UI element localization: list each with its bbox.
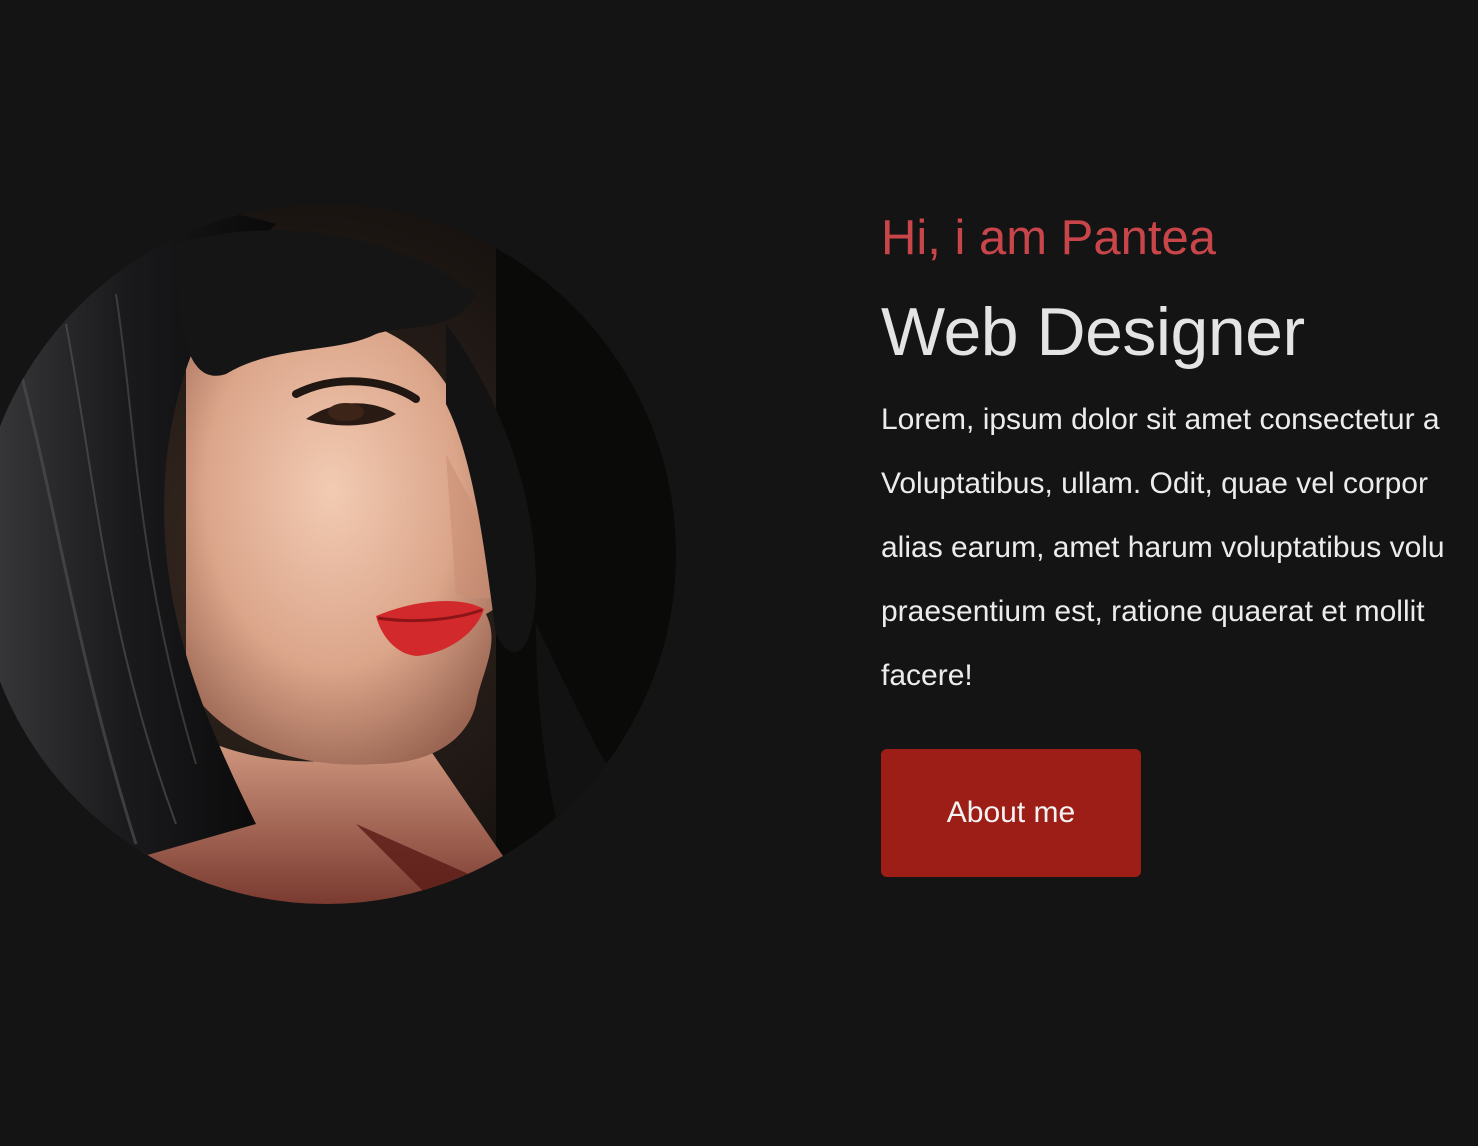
description-line: Lorem, ipsum dolor sit amet consectetur … [881,403,1440,436]
description-line: facere! [881,659,973,692]
about-me-button[interactable]: About me [881,749,1141,877]
description-line: alias earum, amet harum voluptatibus vol… [881,531,1445,564]
description-line: praesentium est, ratione quaerat et moll… [881,595,1425,628]
intro-text-block: Hi, i am Pantea Web Designer Lorem, ipsu… [881,208,1478,877]
hero-section: Hi, i am Pantea Web Designer Lorem, ipsu… [0,0,1478,1146]
greeting-heading: Hi, i am Pantea [881,211,1216,265]
description-line: Voluptatibus, ullam. Odit, quae vel corp… [881,467,1428,500]
role-title: Web Designer [881,294,1305,370]
profile-photo [0,204,676,904]
intro-description: Lorem, ipsum dolor sit amet consectetur … [881,388,1445,708]
